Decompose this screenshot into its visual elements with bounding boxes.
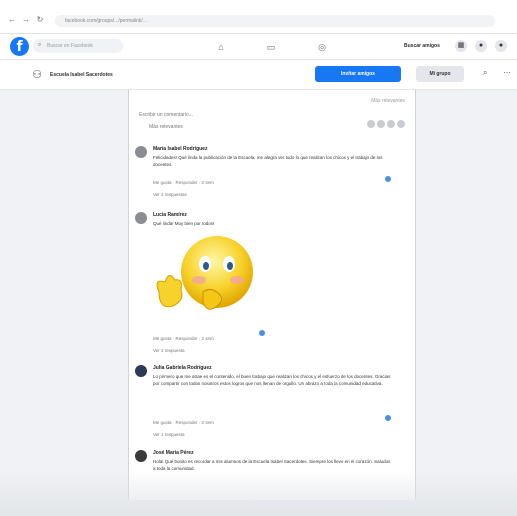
address-bar[interactable]: facebook.com/groups/.../permalink/... xyxy=(55,15,495,27)
avatar[interactable] xyxy=(135,450,147,462)
url-text: facebook.com/groups/.../permalink/... xyxy=(65,18,147,24)
like-reaction-icon xyxy=(385,415,391,421)
group-name[interactable]: Escuela Isabel Sacerdotes xyxy=(50,72,113,78)
comment-author[interactable]: José María Pérez xyxy=(153,450,393,456)
more-icon[interactable]: ⋯ xyxy=(503,68,511,77)
view-replies-link[interactable]: Ver 1 respuesta xyxy=(153,348,185,353)
arrow-right-icon[interactable]: → xyxy=(22,16,30,24)
comment-bubble: Lucía Ramírez Qué linda! Muy bien por to… xyxy=(153,212,393,227)
view-replies-link[interactable]: Ver 2 respuestas xyxy=(153,192,187,197)
comment-author[interactable]: Lucía Ramírez xyxy=(153,212,393,218)
search-input[interactable]: ⌕ Buscar en Facebook xyxy=(33,39,123,53)
facebook-header: f ⌕ Buscar en Facebook ⌂ ▭ ◎ Buscar amig… xyxy=(0,34,517,60)
group-header: ⚇ Escuela Isabel Sacerdotes Invitar amig… xyxy=(0,60,517,90)
comment-actions[interactable]: Me gusta · Responder · 2 sem xyxy=(153,336,214,341)
camera-icon[interactable] xyxy=(377,120,385,128)
blushing-emoji-sticker xyxy=(156,236,253,310)
avatar[interactable] xyxy=(135,365,147,377)
notifications-icon[interactable]: ● xyxy=(495,40,507,52)
home-icon[interactable]: ⌂ xyxy=(215,41,227,53)
my-group-button[interactable]: Mi grupo xyxy=(416,66,464,82)
groups-icon[interactable]: ◎ xyxy=(316,41,328,53)
comment-bubble: Julia Gabriela Rodríguez Lo primero que … xyxy=(153,365,393,387)
comment-text: Felicidades! Qué linda la publicación de… xyxy=(153,155,383,167)
bottom-fade xyxy=(0,470,517,516)
group-icon: ⚇ xyxy=(32,69,42,81)
facebook-logo[interactable]: f xyxy=(10,37,29,56)
gif-icon[interactable] xyxy=(387,120,395,128)
like-reaction-icon xyxy=(385,176,391,182)
comment-actions[interactable]: Me gusta · Responder · 2 sem xyxy=(153,180,214,185)
find-friends-link[interactable]: Buscar amigos xyxy=(404,43,440,49)
avatar[interactable] xyxy=(135,212,147,224)
comments-panel: Más relevantes Escribir un comentario...… xyxy=(128,90,416,500)
emoji-icon[interactable] xyxy=(367,120,375,128)
avatar[interactable] xyxy=(135,146,147,158)
comment-bubble: José María Pérez Hola! Qué bonito es rec… xyxy=(153,450,393,472)
comment-author[interactable]: María Isabel Rodríguez xyxy=(153,146,393,152)
comment-tools xyxy=(365,120,405,130)
search-placeholder: Buscar en Facebook xyxy=(47,43,93,49)
browser-toolbar: ← → ↻ facebook.com/groups/.../permalink/… xyxy=(0,0,517,34)
messenger-icon[interactable]: ● xyxy=(475,40,487,52)
reload-icon[interactable]: ↻ xyxy=(36,16,44,24)
view-replies-link[interactable]: Ver 1 respuesta xyxy=(153,432,185,437)
video-icon[interactable]: ▭ xyxy=(265,41,277,53)
arrow-left-icon[interactable]: ← xyxy=(8,16,16,24)
comment-input[interactable]: Escribir un comentario... xyxy=(139,112,193,118)
sort-label[interactable]: Más relevantes xyxy=(149,124,183,130)
comment-text: Lo primero que me atrae es el contenido,… xyxy=(153,374,391,386)
comment-text: Qué linda! Muy bien por todos! xyxy=(153,221,215,226)
sticker-icon[interactable] xyxy=(397,120,405,128)
comment-actions[interactable]: Me gusta · Responder · 2 sem xyxy=(153,420,214,425)
comment-author[interactable]: Julia Gabriela Rodríguez xyxy=(153,365,393,371)
sort-selector[interactable]: Más relevantes xyxy=(371,98,405,104)
comment-bubble: María Isabel Rodríguez Felicidades! Qué … xyxy=(153,146,393,168)
search-icon[interactable]: ⌕ xyxy=(483,68,487,78)
invite-button[interactable]: Invitar amigos xyxy=(315,66,401,82)
menu-grid-icon[interactable]: ▦ xyxy=(455,40,467,52)
search-icon: ⌕ xyxy=(38,42,42,48)
